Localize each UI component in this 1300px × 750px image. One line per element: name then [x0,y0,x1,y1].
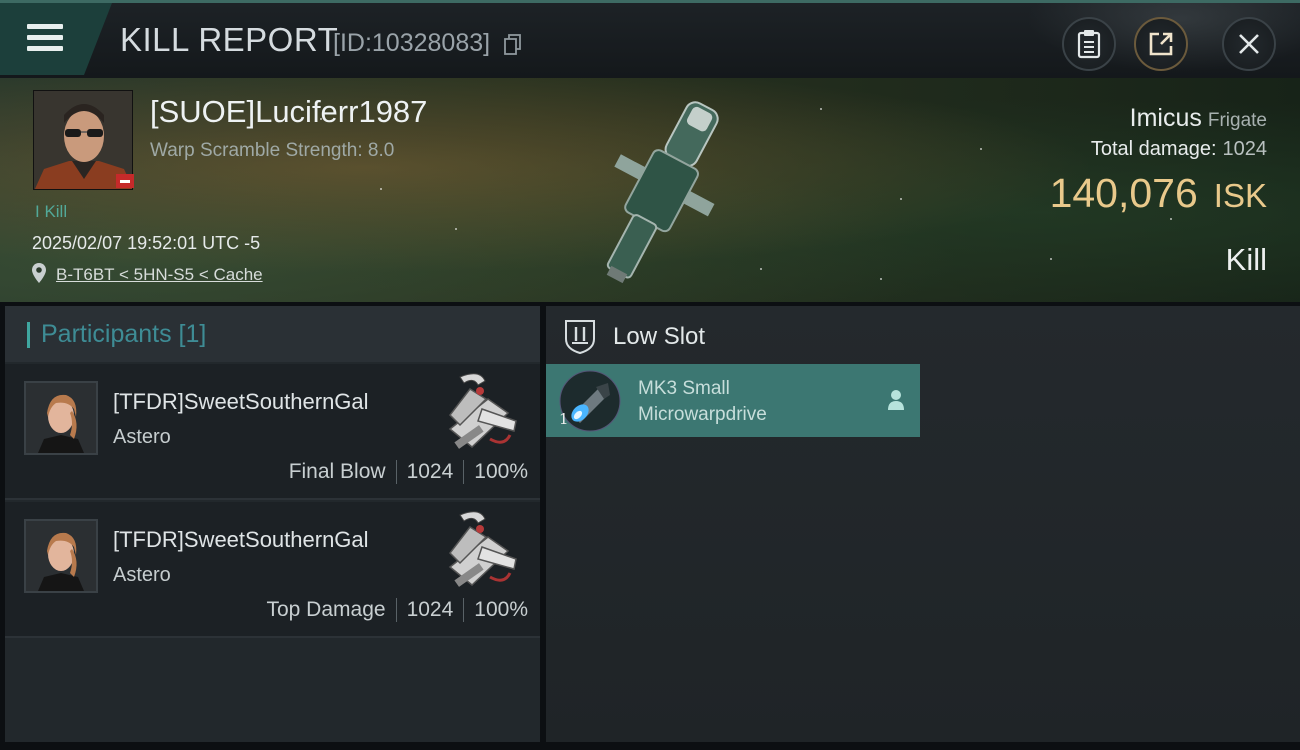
location-pin-icon [32,263,46,283]
module-name: MK3 Small Microwarpdrive [638,376,868,428]
victim-ship[interactable]: Imicus Frigate [1130,104,1267,133]
victim-name[interactable]: [SUOE]Luciferr1987 [150,94,427,130]
copy-icon[interactable] [504,34,522,56]
victim-banner: [SUOE]Luciferr1987 Warp Scramble Strengt… [0,78,1300,302]
warp-scramble-strength: Warp Scramble Strength: 8.0 [150,140,395,161]
participants-title: Participants [1] [41,320,207,348]
kill-count-tag: I Kill [35,202,68,221]
slot-section-title: Low Slot [613,323,706,350]
participant-row[interactable]: [TFDR]SweetSouthernGal Astero Final Blow… [5,364,540,500]
share-icon [1149,32,1173,56]
participant-damage: 1024 [406,460,454,483]
fitting-panel: Low Slot 1 MK3 Small Microwarpdrive [546,306,1300,742]
total-damage: Total damage: 1024 [1091,138,1267,161]
participants-header: Participants [1] [5,306,540,362]
ship-name: Imicus [1129,104,1202,132]
clipboard-button[interactable] [1062,17,1116,71]
page-title: KILL REPORT [120,21,339,58]
participant-avatar[interactable] [24,519,98,593]
participant-stats: Final Blow 1024 100% [289,460,528,484]
module-name-line1: MK3 Small [638,378,730,399]
participant-ship: Astero [113,564,171,586]
close-button[interactable] [1222,17,1276,71]
participant-tag: Final Blow [288,460,386,483]
report-id: [ID:10328083] [333,29,491,57]
participant-stats: Top Damage 1024 100% [266,598,528,622]
report-type: Kill [1225,242,1267,277]
participant-name: [TFDR]SweetSouthernGal [113,527,369,552]
low-slot-icon [565,320,595,355]
location-link[interactable]: B-T6BT < 5HN-S5 < Cache [56,265,263,285]
total-damage-value: 1024 [1222,138,1268,160]
female-portrait-icon [26,521,96,591]
header-accent-bar [27,322,30,348]
hostile-badge [116,174,134,188]
participant-tag: Top Damage [266,598,386,621]
astero-ship-icon [448,373,517,449]
total-damage-label: Total damage: [1090,138,1217,160]
participant-percent: 100% [474,460,528,483]
hamburger-menu-icon[interactable] [27,24,63,52]
participant-row[interactable]: [TFDR]SweetSouthernGal Astero Top Damage… [5,502,540,638]
participants-panel: Participants [1] [TFDR]SweetSouthernGal … [5,306,540,742]
isk-value: 140,076 ISK [1050,170,1267,217]
female-portrait-icon [26,383,96,453]
header-bar: KILL REPORT [ID:10328083] [0,0,1300,81]
share-button[interactable] [1134,17,1188,71]
isk-unit: ISK [1213,177,1267,214]
isk-amount: 140,076 [1049,170,1198,216]
stat-divider [395,598,397,622]
participant-percent: 100% [474,598,528,621]
kill-timestamp: 2025/02/07 19:52:01 UTC -5 [32,233,261,253]
person-icon [888,390,904,410]
stat-divider [463,460,465,484]
participant-name: [TFDR]SweetSouthernGal [113,389,369,414]
stat-divider [463,598,465,622]
stat-divider [395,460,397,484]
close-icon [1239,34,1259,54]
clipboard-icon [1077,30,1101,59]
module-name-line2: Microwarpdrive [638,404,767,425]
participant-damage: 1024 [406,598,454,621]
participant-ship: Astero [113,426,171,448]
ship-class: Frigate [1207,110,1267,131]
module-item[interactable]: 1 MK3 Small Microwarpdrive [546,364,920,437]
module-quantity: 1 [559,410,569,428]
participant-avatar[interactable] [24,381,98,455]
victim-ship-model [606,101,719,284]
astero-ship-icon [448,511,517,587]
